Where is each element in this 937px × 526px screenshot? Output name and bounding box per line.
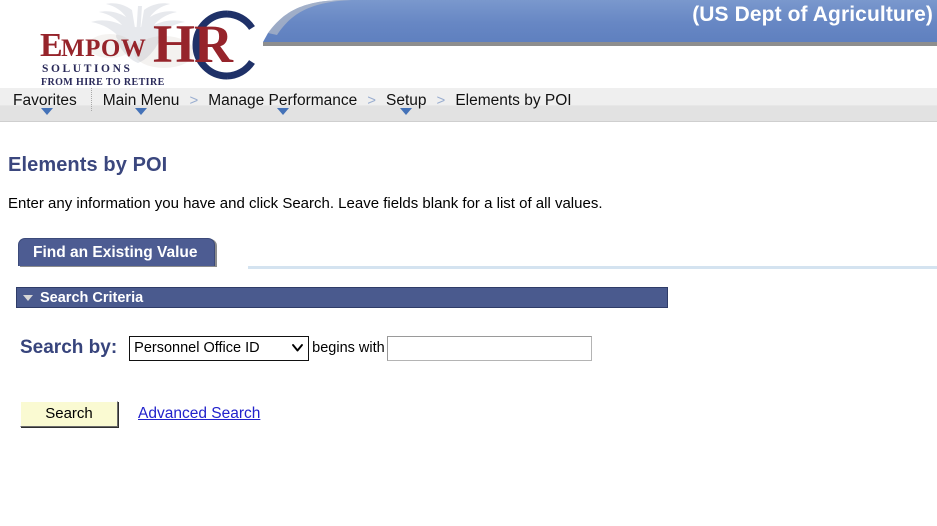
triangle-down-icon[interactable] [23, 294, 33, 301]
search-criteria-row: Search by: Personnel Office ID begins wi… [20, 335, 937, 361]
empowhr-logo-graphic: E MPOW HR SOLUTIONS FROM HIRE TO RETIRE [40, 3, 255, 88]
advanced-search-link[interactable]: Advanced Search [138, 405, 260, 423]
svg-text:MPOW: MPOW [61, 35, 146, 62]
page-title: Elements by POI [8, 154, 168, 176]
nav-item-main-menu[interactable]: Main Menu [94, 88, 189, 115]
svg-text:FROM HIRE TO RETIRE: FROM HIRE TO RETIRE [41, 77, 165, 88]
nav-item-favorites[interactable]: Favorites [4, 88, 92, 115]
search-value-input[interactable] [386, 335, 592, 361]
operator-label: begins with [312, 340, 385, 356]
tab-strip-underline [248, 266, 937, 269]
tab-find-an-existing-value[interactable]: Find an Existing Value [18, 238, 215, 266]
svg-text:HR: HR [153, 14, 234, 74]
search-field-select[interactable]: Personnel Office ID [129, 335, 310, 361]
nav-item-elements-by-poi-label: Elements by POI [455, 92, 572, 109]
search-field-select-value: Personnel Office ID [134, 339, 260, 356]
breadcrumb-nav: Favorites Main Menu > Manage Performance… [0, 88, 937, 122]
search-criteria-header[interactable]: Search Criteria [16, 287, 668, 308]
breadcrumb-separator-icon: > [189, 92, 199, 109]
nav-item-manage-performance-label: Manage Performance [208, 92, 358, 109]
nav-item-manage-performance[interactable]: Manage Performance [199, 88, 366, 115]
tab-strip: Find an Existing Value [8, 238, 937, 270]
main-content: Elements by POI Enter any information yo… [0, 154, 937, 428]
caret-down-icon [400, 108, 413, 115]
search-button[interactable]: Search [20, 401, 118, 427]
nav-item-elements-by-poi[interactable]: Elements by POI [446, 88, 580, 111]
search-by-label: Search by: [20, 337, 118, 358]
agency-title: (US Dept of Agriculture) [692, 3, 933, 26]
page-header: E MPOW HR SOLUTIONS FROM HIRE TO RETIRE … [0, 0, 937, 88]
nav-item-main-menu-label: Main Menu [102, 92, 180, 109]
caret-down-icon [135, 108, 148, 115]
svg-text:SOLUTIONS: SOLUTIONS [42, 63, 133, 75]
nav-item-favorites-label: Favorites [13, 92, 77, 109]
search-actions: Search Advanced Search [20, 400, 937, 428]
nav-item-setup-label: Setup [386, 92, 427, 109]
breadcrumb-separator-icon: > [367, 92, 377, 109]
svg-text:E: E [40, 27, 63, 64]
caret-down-icon [276, 108, 289, 115]
chevron-down-icon [292, 343, 304, 351]
nav-item-setup[interactable]: Setup [377, 88, 436, 115]
search-criteria-label: Search Criteria [40, 289, 144, 306]
breadcrumb-separator-icon: > [436, 92, 446, 109]
instruction-text: Enter any information you have and click… [8, 195, 603, 212]
caret-down-icon [41, 108, 54, 115]
empowhr-logo[interactable]: E MPOW HR SOLUTIONS FROM HIRE TO RETIRE [14, 0, 264, 88]
